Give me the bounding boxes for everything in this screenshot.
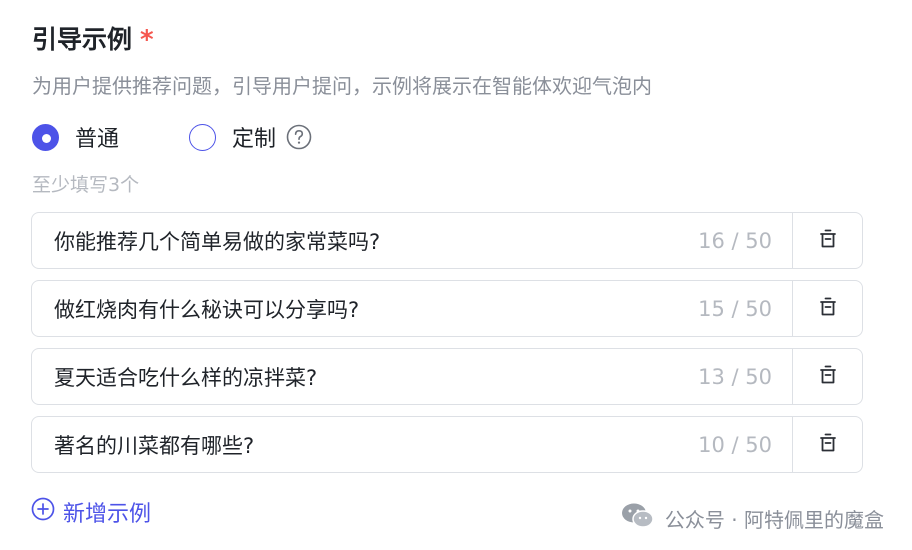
section-title-row: 引导示例 *	[32, 20, 154, 56]
example-item: 夏天适合吃什么样的凉拌菜? 13 / 50	[31, 348, 863, 405]
example-text[interactable]: 你能推荐几个简单易做的家常菜吗?	[54, 226, 380, 256]
help-circle-icon[interactable]	[286, 124, 312, 150]
radio-custom-indicator[interactable]	[189, 123, 217, 151]
delete-button[interactable]	[792, 213, 862, 268]
section-title: 引导示例	[32, 25, 133, 54]
char-count: 15 / 50	[698, 296, 772, 321]
delete-button[interactable]	[792, 349, 862, 404]
radio-normal-label[interactable]: 普通	[75, 121, 119, 153]
guide-examples-panel: 引导示例 * 为用户提供推荐问题，引导用户提问，示例将展示在智能体欢迎气泡内 普…	[0, 0, 912, 550]
char-count: 16 / 50	[698, 228, 772, 253]
watermark: 公众号 · 阿特佩里的魔盒	[621, 502, 884, 535]
examples-list: 你能推荐几个简单易做的家常菜吗? 16 / 50 做红烧肉有什么秘诀可以分享吗?…	[31, 212, 863, 484]
char-count: 13 / 50	[698, 364, 772, 389]
example-text[interactable]: 夏天适合吃什么样的凉拌菜?	[54, 362, 317, 392]
example-text[interactable]: 做红烧肉有什么秘诀可以分享吗?	[54, 294, 359, 324]
radio-normal-indicator[interactable]	[32, 123, 59, 151]
trash-icon[interactable]	[816, 295, 840, 323]
watermark-text: 公众号 · 阿特佩里的魔盒	[664, 508, 884, 532]
example-input[interactable]: 著名的川菜都有哪些? 10 / 50	[32, 417, 792, 472]
char-count: 10 / 50	[698, 432, 772, 457]
example-input[interactable]: 做红烧肉有什么秘诀可以分享吗? 15 / 50	[32, 281, 792, 336]
radio-normal[interactable]: 普通	[32, 121, 119, 153]
required-mark: *	[140, 25, 154, 55]
trash-icon[interactable]	[816, 363, 840, 391]
radio-custom-label[interactable]: 定制	[232, 121, 276, 153]
delete-button[interactable]	[792, 281, 862, 336]
mode-radio-group: 普通 定制	[32, 121, 312, 153]
example-item: 做红烧肉有什么秘诀可以分享吗? 15 / 50	[31, 280, 863, 337]
trash-icon[interactable]	[816, 227, 840, 255]
radio-custom[interactable]: 定制	[189, 121, 312, 153]
example-input[interactable]: 你能推荐几个简单易做的家常菜吗? 16 / 50	[32, 213, 792, 268]
plus-circle-icon[interactable]	[31, 497, 55, 527]
min-count-hint: 至少填写3个	[32, 174, 140, 196]
example-text[interactable]: 著名的川菜都有哪些?	[54, 430, 254, 460]
section-description: 为用户提供推荐问题，引导用户提问，示例将展示在智能体欢迎气泡内	[32, 74, 652, 98]
add-example-button[interactable]: 新增示例	[31, 496, 151, 528]
add-example-label[interactable]: 新增示例	[63, 496, 151, 528]
example-input[interactable]: 夏天适合吃什么样的凉拌菜? 13 / 50	[32, 349, 792, 404]
example-item: 你能推荐几个简单易做的家常菜吗? 16 / 50	[31, 212, 863, 269]
delete-button[interactable]	[792, 417, 862, 472]
example-item: 著名的川菜都有哪些? 10 / 50	[31, 416, 863, 473]
trash-icon[interactable]	[816, 431, 840, 459]
wechat-icon	[621, 502, 655, 535]
